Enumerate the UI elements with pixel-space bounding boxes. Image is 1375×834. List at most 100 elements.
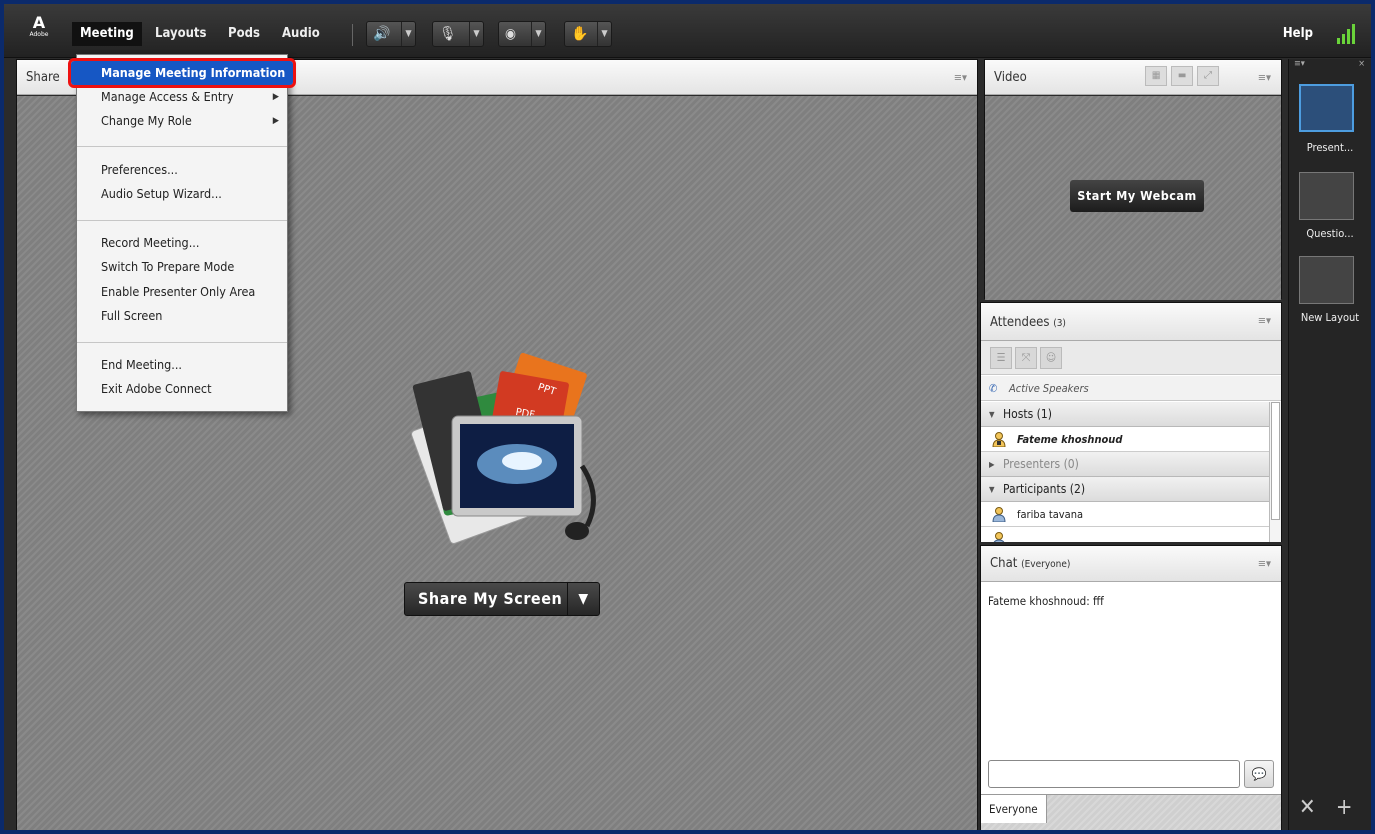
menu-divider bbox=[77, 220, 287, 221]
menu-divider bbox=[77, 342, 287, 343]
submenu-arrow-icon: ▶ bbox=[272, 92, 279, 102]
share-content-illustration: PPT PDF bbox=[411, 352, 596, 544]
attendees-list: ▼ Hosts (1) Fateme khoshnoud ▶ Presenter… bbox=[981, 402, 1269, 542]
menu-item-full-screen[interactable]: Full Screen bbox=[77, 304, 287, 328]
status-view-icon[interactable]: ☺ bbox=[1040, 347, 1062, 369]
menu-audio[interactable]: Audio bbox=[274, 22, 328, 46]
video-view-controls: ▦ ▬ ⤢ bbox=[1145, 66, 1229, 88]
video-stage: Start My Webcam bbox=[985, 96, 1281, 300]
expand-triangle-icon: ▼ bbox=[989, 410, 995, 419]
attendees-pod: Attendees (3) ≡▾ ☰ ⤧ ☺ ✆ Active Speakers… bbox=[980, 302, 1282, 542]
menu-meeting[interactable]: Meeting bbox=[72, 22, 142, 46]
grid-view-icon[interactable]: ▦ bbox=[1145, 66, 1167, 86]
layout-thumbnail-new-layout[interactable] bbox=[1299, 256, 1354, 304]
attendees-view-toolbar: ☰ ⤧ ☺ bbox=[981, 341, 1281, 375]
participant-avatar-icon bbox=[993, 532, 1005, 542]
logo-glyph: A bbox=[32, 13, 46, 32]
phone-icon: ✆ bbox=[989, 382, 998, 395]
chevron-down-icon[interactable]: ▼ bbox=[469, 22, 483, 46]
meeting-menu-dropdown: Manage Meeting Information Manage Access… bbox=[68, 54, 296, 412]
attendee-row[interactable]: Fateme khoshnoud bbox=[981, 427, 1269, 452]
layout-label-present[interactable]: Present... bbox=[1289, 141, 1371, 154]
menu-item-manage-access-entry[interactable]: Manage Access & Entry ▶ bbox=[77, 85, 287, 109]
group-label: Participants (2) bbox=[1003, 482, 1086, 496]
close-icon[interactable]: × bbox=[1358, 59, 1365, 69]
layout-thumbnail-questions[interactable] bbox=[1299, 172, 1354, 220]
menu-item-audio-setup-wizard[interactable]: Audio Setup Wizard... bbox=[77, 182, 287, 206]
menu-item-exit-adobe-connect[interactable]: Exit Adobe Connect bbox=[77, 377, 287, 401]
menu-item-preferences[interactable]: Preferences... bbox=[77, 158, 287, 182]
share-pod-title: Share bbox=[26, 70, 60, 85]
menu-item-label: Manage Access & Entry bbox=[101, 89, 234, 104]
chat-message: Fateme khoshnoud: fff bbox=[988, 594, 1104, 608]
filmstrip-view-icon[interactable]: ▬ bbox=[1171, 66, 1193, 86]
breakout-view-icon[interactable]: ⤧ bbox=[1015, 347, 1037, 369]
chat-pod-header: Chat (Everyone) ≡▾ bbox=[981, 546, 1281, 582]
menu-item-end-meeting[interactable]: End Meeting... bbox=[77, 353, 287, 377]
active-speakers-label: Active Speakers bbox=[1009, 382, 1089, 395]
video-pod: Video ▦ ▬ ⤢ ≡▾ Start My Webcam bbox=[984, 59, 1282, 300]
logo-caption: Adobe bbox=[29, 31, 49, 38]
group-label: Hosts (1) bbox=[1003, 407, 1052, 421]
active-speakers-bar: ✆ Active Speakers bbox=[981, 376, 1281, 401]
share-my-screen-button[interactable]: Share My Screen ▼ bbox=[404, 582, 600, 616]
attendee-row[interactable]: fariba tavana bbox=[981, 502, 1269, 527]
menu-item-switch-to-prepare-mode[interactable]: Switch To Prepare Mode bbox=[77, 255, 287, 279]
layout-label-new-layout[interactable]: New Layout bbox=[1289, 311, 1371, 324]
layout-label-questions[interactable]: Questio... bbox=[1289, 227, 1371, 240]
pod-options-icon[interactable]: ≡▾ bbox=[954, 71, 967, 84]
pod-options-icon[interactable]: ≡▾ bbox=[1258, 314, 1271, 327]
scrollbar-thumb[interactable] bbox=[1271, 402, 1280, 520]
speaker-button[interactable]: 🔊 ▼ bbox=[366, 21, 416, 47]
layouts-bar: ≡▾ × Present... Questio... New Layout ✕ … bbox=[1288, 59, 1371, 830]
layouts-menu-icon[interactable]: ≡▾ bbox=[1294, 59, 1305, 69]
layout-tools: ✕ + bbox=[1299, 795, 1352, 820]
pod-options-icon[interactable]: ≡▾ bbox=[1258, 71, 1271, 84]
speaker-icon: 🔊 bbox=[373, 26, 391, 42]
attendees-count: (3) bbox=[1053, 318, 1066, 329]
menu-item-manage-meeting-information[interactable]: Manage Meeting Information bbox=[68, 58, 296, 88]
share-my-screen-label: Share My Screen bbox=[418, 589, 563, 608]
menu-item-enable-presenter-only-area[interactable]: Enable Presenter Only Area bbox=[77, 280, 287, 304]
group-label: Presenters (0) bbox=[1003, 457, 1079, 471]
attendee-row-partial[interactable] bbox=[981, 527, 1269, 542]
connection-signal-icon bbox=[1337, 22, 1359, 44]
help-menu[interactable]: Help bbox=[1283, 26, 1313, 41]
group-hosts[interactable]: ▼ Hosts (1) bbox=[981, 402, 1269, 427]
tools-icon[interactable]: ✕ bbox=[1299, 795, 1316, 820]
attendee-name: fariba tavana bbox=[1017, 508, 1084, 521]
chevron-down-icon[interactable]: ▼ bbox=[401, 22, 415, 46]
toolbar-divider bbox=[352, 24, 353, 46]
tab-everyone[interactable]: Everyone bbox=[981, 795, 1047, 823]
attendees-pod-header: Attendees (3) ≡▾ bbox=[981, 303, 1281, 341]
send-message-button[interactable]: 💬 bbox=[1244, 760, 1274, 788]
pod-options-icon[interactable]: ≡▾ bbox=[1258, 557, 1271, 570]
menu-pods[interactable]: Pods bbox=[220, 22, 268, 46]
chevron-down-icon[interactable]: ▼ bbox=[567, 583, 599, 615]
raise-hand-button[interactable]: ✋ ▼ bbox=[564, 21, 612, 47]
group-presenters[interactable]: ▶ Presenters (0) bbox=[981, 452, 1269, 477]
menu-layouts[interactable]: Layouts bbox=[147, 22, 215, 46]
webcam-button[interactable]: ◉ ▼ bbox=[498, 21, 546, 47]
chat-pod-title: Chat (Everyone) bbox=[990, 556, 1070, 571]
chevron-down-icon[interactable]: ▼ bbox=[531, 22, 545, 46]
fullscreen-icon[interactable]: ⤢ bbox=[1197, 66, 1219, 86]
microphone-icon: 🎙 bbox=[439, 26, 457, 42]
layout-thumbnail-present[interactable] bbox=[1299, 84, 1354, 132]
attendees-title-text: Attendees bbox=[990, 315, 1050, 330]
chat-message-input[interactable] bbox=[988, 760, 1240, 788]
layouts-bar-header: ≡▾ × bbox=[1289, 59, 1371, 71]
microphone-button[interactable]: 🎙 ▼ bbox=[432, 21, 484, 47]
menu-item-record-meeting[interactable]: Record Meeting... bbox=[77, 231, 287, 255]
attendees-scrollbar[interactable] bbox=[1269, 402, 1281, 542]
add-layout-icon[interactable]: + bbox=[1336, 795, 1353, 820]
chevron-down-icon[interactable]: ▼ bbox=[597, 22, 611, 46]
adobe-connect-window: A Adobe Meeting Layouts Pods Audio 🔊 ▼ 🎙… bbox=[4, 4, 1371, 830]
start-webcam-button[interactable]: Start My Webcam bbox=[1070, 180, 1204, 212]
webcam-icon: ◉ bbox=[505, 26, 516, 42]
menu-item-change-my-role[interactable]: Change My Role ▶ bbox=[77, 109, 287, 133]
group-participants[interactable]: ▼ Participants (2) bbox=[981, 477, 1269, 502]
speech-bubble-icon: 💬 bbox=[1251, 767, 1267, 781]
participant-avatar-icon bbox=[992, 507, 1006, 522]
list-view-icon[interactable]: ☰ bbox=[990, 347, 1012, 369]
